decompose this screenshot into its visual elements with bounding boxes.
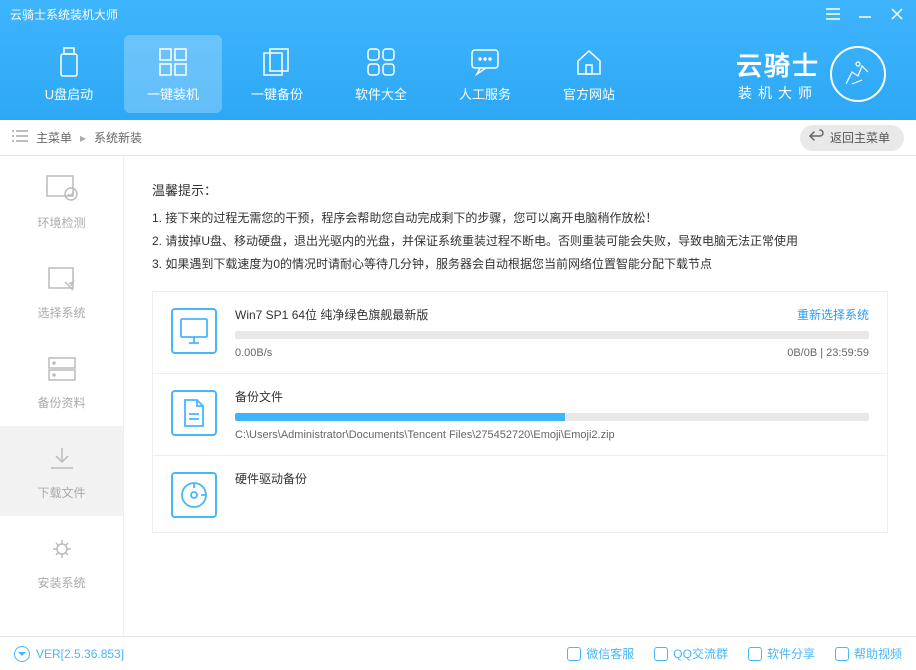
footer-help-video[interactable]: 帮助视频 [835, 645, 902, 662]
nav-website[interactable]: 官方网站 [540, 35, 638, 113]
windows-icon [156, 46, 190, 78]
chevron-right-icon: ▸ [80, 131, 86, 145]
usb-icon [52, 46, 86, 78]
nav-one-click-install[interactable]: 一键装机 [124, 35, 222, 113]
video-icon [835, 647, 849, 661]
sidebar-label: 备份资料 [37, 394, 85, 411]
qq-icon [654, 647, 668, 661]
sidebar-install-system[interactable]: 安装系统 [0, 516, 123, 606]
nav-label: 软件大全 [355, 84, 407, 103]
sidebar-backup-data[interactable]: 备份资料 [0, 336, 123, 426]
sidebar-label: 选择系统 [37, 304, 85, 321]
breadcrumb-current: 系统新装 [94, 129, 142, 146]
download-card: Win7 SP1 64位 纯净绿色旗舰最新版 重新选择系统 0.00B/s 0B… [152, 291, 888, 374]
menu-icon[interactable] [824, 5, 842, 23]
version-button[interactable]: VER[2.5.36.853] [14, 646, 124, 662]
nav-one-click-backup[interactable]: 一键备份 [228, 35, 326, 113]
footer-share[interactable]: 软件分享 [748, 645, 815, 662]
share-icon [748, 647, 762, 661]
nav-support[interactable]: 人工服务 [436, 35, 534, 113]
nav-label: 一键装机 [147, 84, 199, 103]
sidebar-download-file[interactable]: 下载文件 [0, 426, 123, 516]
sidebar-select-system[interactable]: 选择系统 [0, 246, 123, 336]
nav-label: U盘启动 [45, 84, 93, 103]
dropdown-icon [14, 646, 30, 662]
nav-label: 人工服务 [459, 84, 511, 103]
driver-card: 硬件驱动备份 [152, 456, 888, 533]
nav-label: 一键备份 [251, 84, 303, 103]
download-size: 0B/0B [787, 347, 817, 359]
backup-title: 备份文件 [235, 388, 283, 405]
tip-item: 1. 接下来的过程无需您的干预，程序会帮助您自动完成剩下的步骤，您可以离开电脑稍… [152, 207, 888, 230]
home-icon [572, 46, 606, 78]
tip-item: 3. 如果遇到下载速度为0的情况时请耐心等待几分钟，服务器会自动根据您当前网络位… [152, 253, 888, 276]
back-arrow-icon [808, 129, 824, 146]
wechat-icon [567, 647, 581, 661]
select-system-icon [44, 262, 80, 296]
env-check-icon [44, 172, 80, 206]
driver-title: 硬件驱动备份 [235, 470, 307, 487]
backup-card: 备份文件 C:\Users\Administrator\Documents\Te… [152, 374, 888, 456]
reselect-system-link[interactable]: 重新选择系统 [797, 306, 869, 323]
install-icon [44, 532, 80, 566]
list-icon [12, 130, 28, 145]
backup-icon [260, 46, 294, 78]
brand-logo-icon [830, 46, 886, 102]
brand-sub: 装机大师 [736, 83, 820, 103]
backup-progress [235, 413, 869, 421]
chat-icon [468, 46, 502, 78]
sidebar-label: 下载文件 [37, 484, 85, 501]
sidebar-label: 安装系统 [37, 574, 85, 591]
brand-main: 云骑士 [736, 46, 820, 83]
apps-icon [364, 46, 398, 78]
tips-list: 1. 接下来的过程无需您的干预，程序会帮助您自动完成剩下的步骤，您可以离开电脑稍… [152, 207, 888, 275]
nav-usb-boot[interactable]: U盘启动 [20, 35, 118, 113]
sidebar-label: 环境检测 [37, 214, 85, 231]
download-icon [44, 442, 80, 476]
download-title: Win7 SP1 64位 纯净绿色旗舰最新版 [235, 306, 428, 323]
footer-qq-group[interactable]: QQ交流群 [654, 645, 728, 662]
back-label: 返回主菜单 [830, 129, 890, 146]
minimize-icon[interactable] [856, 5, 874, 23]
breadcrumb-root[interactable]: 主菜单 [36, 129, 72, 146]
sidebar-env-check[interactable]: 环境检测 [0, 156, 123, 246]
tips-title: 温馨提示： [152, 180, 888, 199]
nav-label: 官方网站 [563, 84, 615, 103]
file-icon [171, 390, 217, 436]
brand: 云骑士 装机大师 [736, 46, 896, 103]
disk-icon [171, 472, 217, 518]
tip-item: 2. 请拔掉U盘、移动硬盘，退出光驱内的光盘，并保证系统重装过程不断电。否则重装… [152, 230, 888, 253]
version-text: VER[2.5.36.853] [36, 647, 124, 661]
close-icon[interactable] [888, 5, 906, 23]
footer-wechat-support[interactable]: 微信客服 [567, 645, 634, 662]
back-main-button[interactable]: 返回主菜单 [800, 125, 904, 151]
download-speed: 0.00B/s [235, 347, 272, 359]
monitor-icon [171, 308, 217, 354]
titlebar: 云骑士系统装机大师 [0, 0, 916, 28]
window-title: 云骑士系统装机大师 [10, 6, 118, 23]
download-eta: 23:59:59 [826, 347, 869, 359]
backup-data-icon [44, 352, 80, 386]
backup-path: C:\Users\Administrator\Documents\Tencent… [235, 429, 869, 441]
download-progress [235, 331, 869, 339]
nav-software[interactable]: 软件大全 [332, 35, 430, 113]
